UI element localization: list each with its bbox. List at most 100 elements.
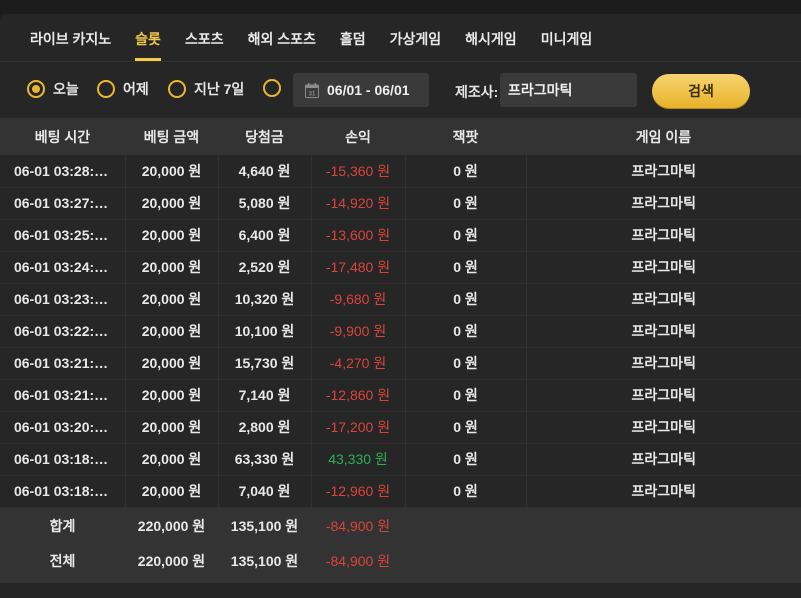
game-name-cell: 프라그마틱	[631, 483, 696, 499]
header-bet-amount: 베팅 금액	[143, 128, 200, 145]
totals-winnings: 135,100 원	[230, 518, 299, 535]
winnings-cell: 2,800 원	[218, 411, 312, 443]
table-row: 06-01 03:23:… 20,000 원 10,320 원 -9,680 원0 원…	[0, 283, 801, 315]
header-bet-time: 베팅 시간	[34, 128, 91, 145]
search-button[interactable]: 검색	[652, 74, 750, 108]
jackpot-cell: 0 원	[405, 443, 527, 475]
tab-0[interactable]: 라이브 카지노	[18, 14, 123, 61]
profit-loss-cell: -12,960 원	[311, 475, 406, 507]
bet-amount-cell: 20,000 원	[125, 315, 219, 347]
date-range-picker[interactable]: 31 06/01 - 06/01	[293, 73, 429, 107]
table-row: 06-01 03:24:… 20,000 원 2,520 원 -17,480 원0 원…	[0, 251, 801, 283]
table-row: 06-01 03:28:… 20,000 원 4,640 원 -15,360 원0 원…	[0, 155, 801, 187]
radio-yesterday[interactable]: 어제	[97, 79, 149, 99]
bet-time-cell: 06-01 03:23:…	[0, 283, 126, 315]
totals-label: 전체	[49, 553, 76, 569]
bet-amount-cell: 20,000 원	[125, 283, 219, 315]
radio-circle	[168, 80, 186, 98]
table-header-row: 베팅 시간 베팅 금액 당첨금 손익 잭팟 게임 이름	[0, 118, 801, 155]
bet-amount-cell: 20,000 원	[125, 155, 219, 187]
game-name-cell: 프라그마틱	[631, 451, 696, 467]
totals-row: 전체 220,000 원 135,100 원 -84,900 원	[0, 539, 801, 583]
tab-5[interactable]: 가상게임	[378, 14, 454, 61]
header-winnings: 당첨금	[245, 128, 284, 145]
profit-loss-cell: -9,680 원	[311, 283, 406, 315]
provider-label: 제조사:	[455, 84, 499, 100]
bet-amount-cell: 20,000 원	[125, 475, 219, 507]
bet-time-cell: 06-01 03:22:…	[0, 315, 126, 347]
jackpot-cell: 0 원	[405, 411, 527, 443]
header-game-name: 게임 이름	[635, 128, 692, 145]
jackpot-cell: 0 원	[405, 347, 527, 379]
radio-today[interactable]: 오늘	[27, 79, 79, 99]
radio-label: 지난 7일	[194, 81, 245, 97]
table-row: 06-01 03:27:… 20,000 원 5,080 원 -14,920 원0 원…	[0, 187, 801, 219]
totals-empty-cell	[405, 507, 801, 539]
bet-time-cell: 06-01 03:21:…	[0, 347, 126, 379]
radio-last-7-days[interactable]: 지난 7일	[168, 79, 244, 99]
profit-loss-cell: 43,330 원	[311, 443, 406, 475]
game-name-cell: 프라그마틱	[631, 162, 696, 179]
totals-row: 합계 220,000 원 135,100 원 -84,900 원	[0, 507, 801, 539]
header-jackpot: 잭팟	[452, 128, 479, 145]
winnings-cell: 63,330 원	[218, 443, 312, 475]
bet-amount-cell: 20,000 원	[125, 347, 219, 379]
svg-text:31: 31	[309, 91, 316, 97]
bet-amount-cell: 20,000 원	[125, 379, 219, 411]
bet-amount-cell: 20,000 원	[125, 251, 219, 283]
winnings-cell: 10,320 원	[218, 283, 312, 315]
header-profit-loss: 손익	[345, 128, 371, 145]
game-name-cell: 프라그마틱	[631, 227, 696, 243]
game-name-cell: 프라그마틱	[631, 291, 696, 307]
table-row: 06-01 03:21:… 20,000 원 15,730 원 -4,270 원0 원…	[0, 347, 801, 379]
tab-2[interactable]: 스포츠	[173, 14, 236, 61]
totals-profit-loss: -84,900 원	[325, 553, 391, 569]
jackpot-cell: 0 원	[405, 283, 527, 315]
winnings-cell: 6,400 원	[218, 219, 312, 251]
tab-6[interactable]: 해시게임	[453, 14, 529, 61]
totals-bet-amount: 220,000 원	[137, 518, 206, 535]
date-range-value: 06/01 - 06/01	[327, 82, 410, 98]
totals-empty-cell	[405, 539, 801, 583]
table-row: 06-01 03:25:… 20,000 원 6,400 원 -13,600 원0 원…	[0, 219, 801, 251]
bet-time-cell: 06-01 03:28:…	[0, 155, 126, 187]
tab-3[interactable]: 해외 스포츠	[236, 14, 328, 61]
winnings-cell: 4,640 원	[218, 155, 312, 187]
filter-bar: 오늘 어제 지난 7일 31 06/01 - 06/01 제조사: 검색	[0, 62, 801, 118]
profit-loss-cell: -4,270 원	[311, 347, 406, 379]
profit-loss-cell: -17,480 원	[311, 251, 406, 283]
profit-loss-cell: -17,200 원	[311, 411, 406, 443]
radio-circle	[263, 79, 281, 97]
betting-history-panel: 라이브 카지노 슬롯 스포츠 해외 스포츠 홀덤 가상게임 해시게임 미니게임 오늘 어제 지…	[0, 14, 801, 598]
tab-1[interactable]: 슬롯	[123, 14, 173, 61]
jackpot-cell: 0 원	[405, 315, 527, 347]
tab-7[interactable]: 미니게임	[529, 14, 605, 61]
jackpot-cell: 0 원	[405, 155, 527, 187]
game-name-cell: 프라그마틱	[631, 259, 696, 275]
winnings-cell: 7,040 원	[218, 475, 312, 507]
table-row: 06-01 03:18:… 20,000 원 63,330 원 43,330 원0 원…	[0, 443, 801, 475]
bet-time-cell: 06-01 03:18:…	[0, 443, 126, 475]
table-row: 06-01 03:20:… 20,000 원 2,800 원 -17,200 원0 원…	[0, 411, 801, 443]
game-name-cell: 프라그마틱	[631, 387, 696, 403]
bet-time-cell: 06-01 03:25:…	[0, 219, 126, 251]
jackpot-cell: 0 원	[405, 379, 527, 411]
totals-winnings: 135,100 원	[230, 553, 299, 569]
totals-label: 합계	[49, 518, 76, 535]
bet-amount-cell: 20,000 원	[125, 411, 219, 443]
jackpot-cell: 0 원	[405, 251, 527, 283]
radio-label: 어제	[123, 81, 149, 97]
game-name-cell: 프라그마틱	[631, 419, 696, 435]
jackpot-cell: 0 원	[405, 219, 527, 251]
bet-time-cell: 06-01 03:24:…	[0, 251, 126, 283]
provider-input[interactable]	[500, 73, 637, 107]
game-name-cell: 프라그마틱	[631, 355, 696, 371]
totals-bet-amount: 220,000 원	[137, 553, 206, 569]
bet-time-cell: 06-01 03:21:…	[0, 379, 126, 411]
tab-4[interactable]: 홀덤	[328, 14, 378, 61]
jackpot-cell: 0 원	[405, 475, 527, 507]
radio-custom-range[interactable]	[263, 79, 281, 97]
bet-time-cell: 06-01 03:18:…	[0, 475, 126, 507]
jackpot-cell: 0 원	[405, 187, 527, 219]
bet-amount-cell: 20,000 원	[125, 219, 219, 251]
